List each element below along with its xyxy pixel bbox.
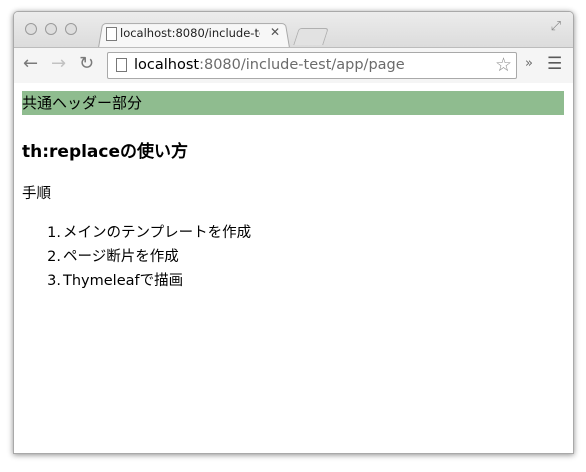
list-item-text: ページ断片を作成 — [63, 249, 179, 265]
steps-label: 手順 — [22, 186, 51, 202]
url-text[interactable]: localhost:8080/include-test/app/page — [134, 57, 405, 73]
page-heading: th:replaceの使い方 — [22, 142, 189, 162]
fullscreen-icon[interactable]: ⤢ — [551, 19, 561, 34]
zoom-window-button[interactable] — [65, 23, 77, 35]
url-path: :8080/include-test/app/page — [199, 57, 405, 73]
browser-toolbar: ← → ↻ localhost:8080/include-test/app/pa… — [14, 47, 573, 84]
minimize-window-button[interactable] — [45, 23, 57, 35]
forward-arrow-icon[interactable]: → — [51, 54, 66, 74]
browser-window: localhost:8080/include-tes ✕ ⤢ ← → ↻ loc… — [13, 11, 574, 454]
list-item-text: メインのテンプレートを作成 — [63, 225, 252, 241]
list-item-number: 1. — [47, 225, 61, 241]
common-header: 共通ヘッダー部分 — [22, 91, 564, 115]
extensions-overflow-icon[interactable]: » — [525, 56, 533, 71]
url-host: localhost — [134, 57, 200, 73]
tab-title: localhost:8080/include-tes — [120, 26, 260, 40]
list-item-number: 2. — [47, 249, 61, 265]
page-icon — [116, 58, 127, 72]
page-viewport: 共通ヘッダー部分 th:replaceの使い方 手順 1. メインのテンプレート… — [14, 83, 573, 453]
tab-content: localhost:8080/include-tes ✕ — [106, 25, 286, 45]
new-tab-button[interactable] — [293, 28, 329, 45]
hamburger-menu-icon[interactable]: ☰ — [547, 56, 562, 73]
star-icon[interactable]: ☆ — [495, 54, 512, 76]
back-arrow-icon[interactable]: ← — [23, 54, 38, 74]
address-bar[interactable]: localhost:8080/include-test/app/page ☆ — [107, 52, 517, 79]
title-bar: localhost:8080/include-tes ✕ ⤢ — [14, 12, 573, 48]
page-icon — [106, 27, 117, 41]
list-item-number: 3. — [47, 273, 61, 289]
list-item-text: Thymeleafで描画 — [63, 273, 184, 289]
reload-icon[interactable]: ↻ — [79, 54, 94, 74]
tab-close-icon[interactable]: ✕ — [270, 25, 280, 39]
close-window-button[interactable] — [25, 23, 37, 35]
